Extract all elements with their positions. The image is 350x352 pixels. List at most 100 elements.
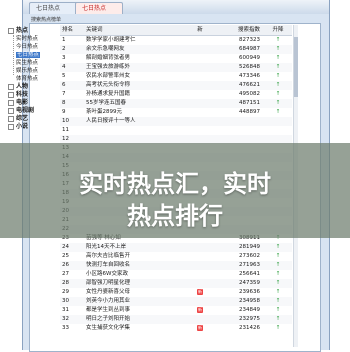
table-row[interactable]: 8 55岁学连五国春 487151 ↑ [60,99,292,108]
expand-toggle-icon[interactable] [8,83,14,90]
rank-cell: 1 [62,37,66,43]
panel-title: 搜索热点榜单 [31,17,62,23]
table-row[interactable]: 9 茶叶蛋2899元 448897 ↑ [60,108,292,117]
title-bar: 七日热点 七日热点 [23,0,329,14]
rank-cell: 27 [62,271,69,277]
headline-line-1: 实时热点汇，实时 [79,170,271,198]
tree-item[interactable]: 电影 [8,99,28,107]
table-row[interactable]: 33 女生捕获文化学集 新 231426 ↑ [60,324,292,333]
table-row[interactable]: 30 刘英今小力用其业 234958 ↑ [60,297,292,306]
tree-item[interactable]: 民生热点 [16,59,38,67]
new-badge: 新 [197,324,203,331]
tree-item[interactable]: 实时热点 [16,35,38,43]
keyword-cell: 余文乐急嘲网友 [86,46,125,52]
table-row[interactable]: 6 高考状元头衔令称 476621 ↑ [60,81,292,90]
table-row[interactable]: 26 快测打车自回收名 271963 ↑ [60,261,292,270]
keyword-cell: 女生捕获文化学集 [86,325,131,331]
table-row[interactable]: 3 解剖婚姻背弦者男 600949 ↑ [60,54,292,63]
trend-cell: ↑ [275,289,281,295]
tree-item[interactable]: 今日热点 [16,43,38,51]
tree-item-label: 综艺 [16,115,29,122]
index-cell: 684987 [239,46,260,52]
table-row[interactable]: 11 [60,126,292,135]
header-keyword[interactable]: 关键词 [86,25,186,36]
table-row[interactable]: 5 农民水部警率州女 473346 ↑ [60,72,292,81]
table-row[interactable]: 32 明日之子刘阳开始 232975 ↑ [60,315,292,324]
table-row[interactable]: 2 余文乐急嘲网友 684987 ↑ [60,45,292,54]
index-cell: 281949 [239,244,260,250]
rank-cell: 8 [62,100,66,106]
tree-item[interactable]: 热点 [8,27,28,35]
tree-item[interactable]: 综艺 [8,115,28,123]
keyword-cell: 孙杨通求复升国籍 [86,91,131,97]
tree-item-label: 七日热点 [16,52,41,58]
rank-cell: 26 [62,262,69,268]
index-cell: 234849 [239,307,260,313]
keyword-cell: 解剖婚姻背弦者男 [86,55,131,61]
expand-toggle-icon[interactable] [8,99,14,106]
tree-item-label: 热点 [16,27,29,34]
trend-cell: ↑ [275,316,281,322]
index-cell: 487151 [239,100,260,106]
table-row[interactable]: 7 孙杨通求复升国籍 495082 ↑ [60,90,292,99]
trend-cell: ↑ [275,91,281,97]
new-badge: 新 [197,288,203,295]
expand-toggle-icon[interactable] [8,107,14,114]
index-cell: 827323 [239,37,260,43]
trend-cell: ↑ [275,82,281,88]
rank-cell: 4 [62,64,66,70]
table-row[interactable]: 27 小区路6W交家政 256641 ↑ [60,270,292,279]
table-row[interactable]: 1 数学学家小胡建考仁 827323 ↑ [60,36,292,45]
header-trend[interactable]: 升降 [268,25,288,36]
keyword-cell: 女性丹婆新喜父母 [86,289,131,295]
trend-cell: ↑ [275,307,281,313]
keyword-cell: 阳光14天不上岸 [86,244,126,250]
table-row[interactable]: 28 邵智强刀明星化理 247359 ↑ [60,279,292,288]
scrollbar-thumb[interactable] [294,37,298,97]
rank-cell: 29 [62,289,69,295]
index-cell: 256641 [239,271,260,277]
expand-toggle-icon[interactable] [8,123,14,130]
tree-item[interactable]: 小说 [8,123,28,131]
trend-cell: ↑ [275,37,281,43]
index-cell: 231426 [239,325,260,331]
header-index[interactable]: 搜索指数 [212,25,260,36]
rank-cell: 6 [62,82,66,88]
expand-toggle-icon[interactable] [8,91,14,98]
keyword-cell: 小区路6W交家政 [86,271,128,277]
table-row[interactable]: 24 阳光14天不上岸 281949 ↑ [60,243,292,252]
index-cell: 273602 [239,253,260,259]
new-cell: 新 [190,324,210,333]
keyword-cell: 王宝强去旅游练外 [86,64,131,70]
tree-item[interactable]: 体育热点 [16,75,38,83]
tree-item[interactable]: 七日热点 [16,51,41,59]
index-cell: 234958 [239,298,260,304]
trend-cell: ↑ [275,46,281,52]
expand-toggle-icon[interactable] [8,115,14,122]
headline-line-2: 热点排行 [127,202,223,230]
rank-cell: 5 [62,73,66,79]
keyword-cell: 快测打车自回收名 [86,262,131,268]
table-row[interactable]: 31 都是学生到丛到事 新 234849 ↑ [60,306,292,315]
keyword-cell: 数学学家小胡建考仁 [86,37,136,43]
tab-seven-day[interactable]: 七日热点 [75,2,123,14]
header-new[interactable]: 新 [190,25,210,36]
trend-cell: ↑ [275,55,281,61]
expand-toggle-icon[interactable] [8,27,14,34]
trend-cell: ↑ [275,325,281,331]
trend-cell: ↑ [275,253,281,259]
tree-item[interactable]: 科技 [8,91,28,99]
tree-item-label: 小说 [16,123,29,130]
tree-item[interactable]: 人物 [8,83,28,91]
header-rank[interactable]: 排名 [62,25,84,36]
table-row[interactable]: 25 高尔夫吉比临售开 273602 ↑ [60,252,292,261]
new-cell: 新 [190,288,210,297]
tree-item[interactable]: 娱乐热点 [16,67,38,75]
table-row[interactable]: 4 王宝强去旅游练外 526848 ↑ [60,63,292,72]
tree-item-label: 娱乐热点 [16,68,39,74]
tree-item[interactable]: 电视剧 [8,107,34,115]
table-row[interactable]: 10 人民日报评十一等人 [60,117,292,126]
table-row[interactable]: 29 女性丹婆新喜父母 新 239636 ↑ [60,288,292,297]
tree-item-label: 实时热点 [16,36,39,42]
index-cell: 239636 [239,289,260,295]
